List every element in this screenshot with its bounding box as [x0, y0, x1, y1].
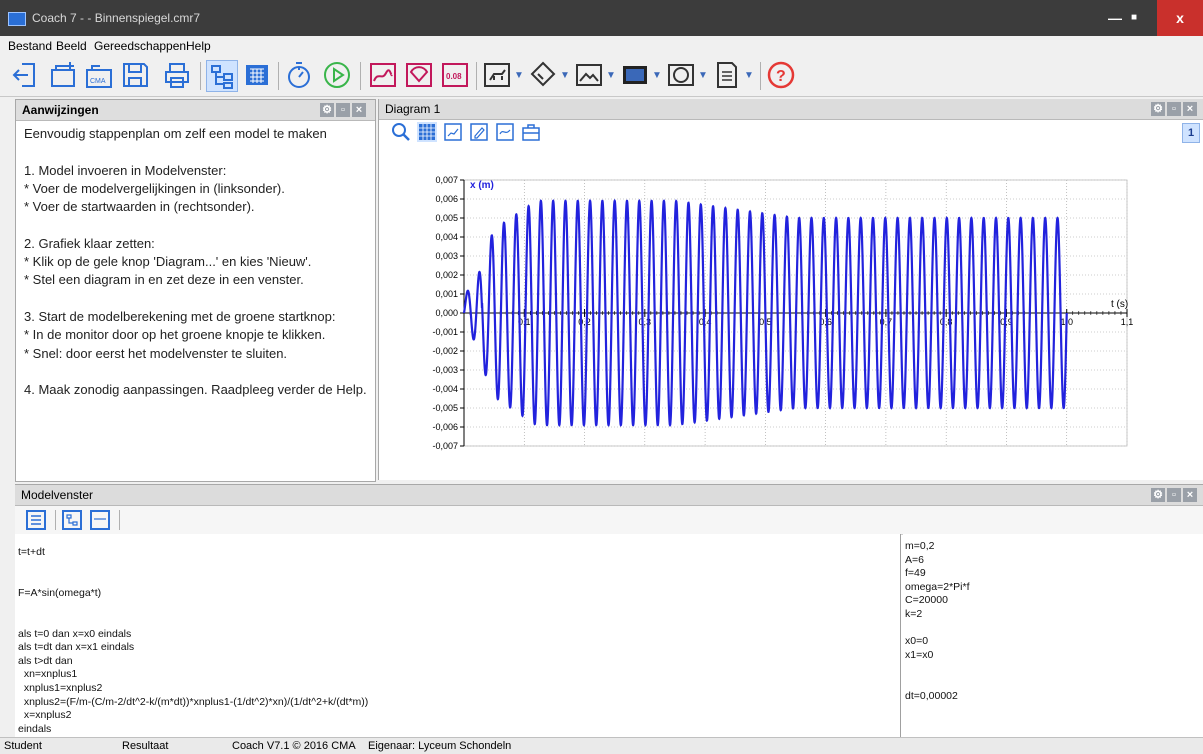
y-tick-label: -0,002 [432, 346, 458, 356]
y-tick-label: 0,005 [435, 213, 458, 223]
diagram-title: Diagram 1 [385, 102, 441, 116]
diagram-panel: Diagram 1 ⚙ ▫ × 1 0,007 0,006 0,005 0,004 0,00… [378, 99, 1203, 480]
y-tick-label: -0,003 [432, 365, 458, 375]
y-tick-label: 0,003 [435, 251, 458, 261]
diagram-icon[interactable] [368, 60, 398, 90]
pin-icon[interactable]: ▫ [336, 103, 350, 117]
equations-icon[interactable] [25, 509, 47, 531]
diagram-wrench-icon[interactable]: ⚙ [1151, 102, 1165, 116]
instructions-title: Aanwijzingen [22, 103, 99, 117]
document-icon[interactable] [712, 60, 742, 90]
graphical-model-icon[interactable] [61, 509, 83, 531]
y-tick-label: 0,004 [435, 232, 458, 242]
grid-icon[interactable] [417, 122, 437, 142]
maximize-button[interactable]: ■ [1111, 0, 1157, 36]
instructions-text: Eenvoudig stappenplan om zelf een model … [24, 126, 367, 398]
y-tick-label: 0,006 [435, 194, 458, 204]
analysis-icon[interactable] [495, 122, 515, 142]
scatter-icon[interactable] [443, 122, 463, 142]
y-tick-label: 0,002 [435, 270, 458, 280]
horse-icon[interactable] [482, 60, 512, 90]
x-tick-label: 1,1 [1121, 317, 1134, 327]
web-icon[interactable] [666, 60, 696, 90]
instructions-panel: Aanwijzingen ⚙ ▫ × Eenvoudig stappenplan o… [15, 99, 376, 482]
menu-bar: Bestand Beeld Gereedschappen Help [0, 36, 1203, 56]
value-label: 0.08 [446, 72, 462, 81]
initial-values[interactable]: m=0,2 A=6 f=49 omega=2*Pi*f C=20000 k=2 … [905, 540, 970, 703]
diagram-page-number[interactable]: 1 [1182, 123, 1200, 143]
app-icon [8, 12, 26, 26]
initial-values-pane[interactable]: m=0,2 A=6 f=49 omega=2*Pi*f C=20000 k=2 … [903, 534, 1203, 738]
meter-icon[interactable] [404, 60, 434, 90]
model-header: Modelvenster ⚙ ▫ × [15, 485, 1203, 506]
status-user: Student [4, 740, 42, 752]
table-icon[interactable] [242, 60, 272, 90]
open-cma-icon[interactable]: CMA [84, 60, 114, 90]
status-version: Coach V7.1 © 2016 CMA [232, 740, 356, 752]
cma-label: CMA [90, 78, 106, 85]
y-tick-label: 0,007 [435, 175, 458, 185]
diagram-toolbar [379, 120, 1203, 144]
print-icon[interactable] [162, 60, 192, 90]
model-wrench-icon[interactable]: ⚙ [1151, 488, 1165, 502]
y-axis-label: x (m) [470, 180, 494, 191]
exit-icon[interactable] [10, 60, 40, 90]
close-button[interactable]: x [1157, 0, 1203, 36]
y-tick-label: -0,007 [432, 441, 458, 451]
diagram-close-icon[interactable]: × [1183, 102, 1197, 116]
title-bar: Coach 7 - - Binnenspiegel.cmr7 — ■ x [0, 0, 1203, 36]
save-icon[interactable] [120, 60, 150, 90]
panel-close-icon[interactable]: × [352, 103, 366, 117]
tree-icon[interactable] [206, 60, 238, 92]
variables-icon[interactable] [89, 509, 111, 531]
model-title: Modelvenster [21, 488, 94, 502]
x-axis-label: t (s) [1111, 299, 1128, 310]
toolbox-icon[interactable] [521, 122, 541, 142]
stopwatch-icon[interactable] [284, 60, 314, 90]
value-display-icon[interactable]: 0.08 [440, 60, 470, 90]
new-activity-icon[interactable] [48, 60, 78, 90]
wrench-icon[interactable]: ⚙ [320, 103, 334, 117]
eraser-icon[interactable] [528, 60, 558, 90]
help-label: ? [776, 68, 786, 85]
model-close-icon[interactable]: × [1183, 488, 1197, 502]
menu-help[interactable]: Help [186, 39, 211, 53]
y-tick-label: 0,001 [435, 289, 458, 299]
menu-gereedschappen[interactable]: Gereedschappen [94, 39, 186, 53]
diagram-header: Diagram 1 ⚙ ▫ × [379, 99, 1203, 120]
status-result: Resultaat [122, 740, 169, 752]
main-toolbar: CMA 0.08 ▼ ▼ ▼ ▼ ▼ ▼ ? [0, 56, 1203, 97]
status-owner: Eigenaar: Lyceum Schondeln [368, 740, 512, 752]
status-bar: Student Resultaat Coach V7.1 © 2016 CMA … [0, 737, 1203, 754]
model-panel: Modelvenster ⚙ ▫ × t=t+dt F=A*sin(omega*t)… [15, 484, 1203, 738]
pen-icon[interactable] [469, 122, 489, 142]
diagram-pin-icon[interactable]: ▫ [1167, 102, 1181, 116]
zoom-icon[interactable] [391, 122, 411, 142]
menu-bestand[interactable]: Bestand [8, 39, 52, 53]
y-tick-label: -0,005 [432, 403, 458, 413]
video-icon[interactable] [620, 60, 650, 90]
x-axis: 0,1 0,2 0,3 0,4 0,5 0,6 0,7 0,8 0,9 1,0 1,1 [464, 309, 1133, 327]
model-toolbar [15, 506, 1203, 535]
model-equations[interactable]: t=t+dt F=A*sin(omega*t) als t=0 dan x=x0… [18, 546, 368, 736]
y-axis: 0,007 0,006 0,005 0,004 0,003 0,002 0,001 0,000… [432, 175, 465, 451]
equations-pane[interactable]: t=t+dt F=A*sin(omega*t) als t=0 dan x=x0… [15, 534, 901, 738]
y-tick-label: 0,000 [435, 308, 458, 318]
y-tick-label: -0,001 [432, 327, 458, 337]
instructions-header: Aanwijzingen ⚙ ▫ × [16, 100, 375, 121]
menu-beeld[interactable]: Beeld [56, 39, 87, 53]
y-tick-label: -0,004 [432, 384, 458, 394]
image-icon[interactable] [574, 60, 604, 90]
window-title: Coach 7 - - Binnenspiegel.cmr7 [32, 11, 201, 25]
help-icon[interactable]: ? [766, 60, 796, 90]
model-pin-icon[interactable]: ▫ [1167, 488, 1181, 502]
displacement-chart: 0,007 0,006 0,005 0,004 0,003 0,002 0,001 0,000… [432, 175, 1133, 451]
y-tick-label: -0,006 [432, 422, 458, 432]
start-icon[interactable] [322, 60, 352, 90]
